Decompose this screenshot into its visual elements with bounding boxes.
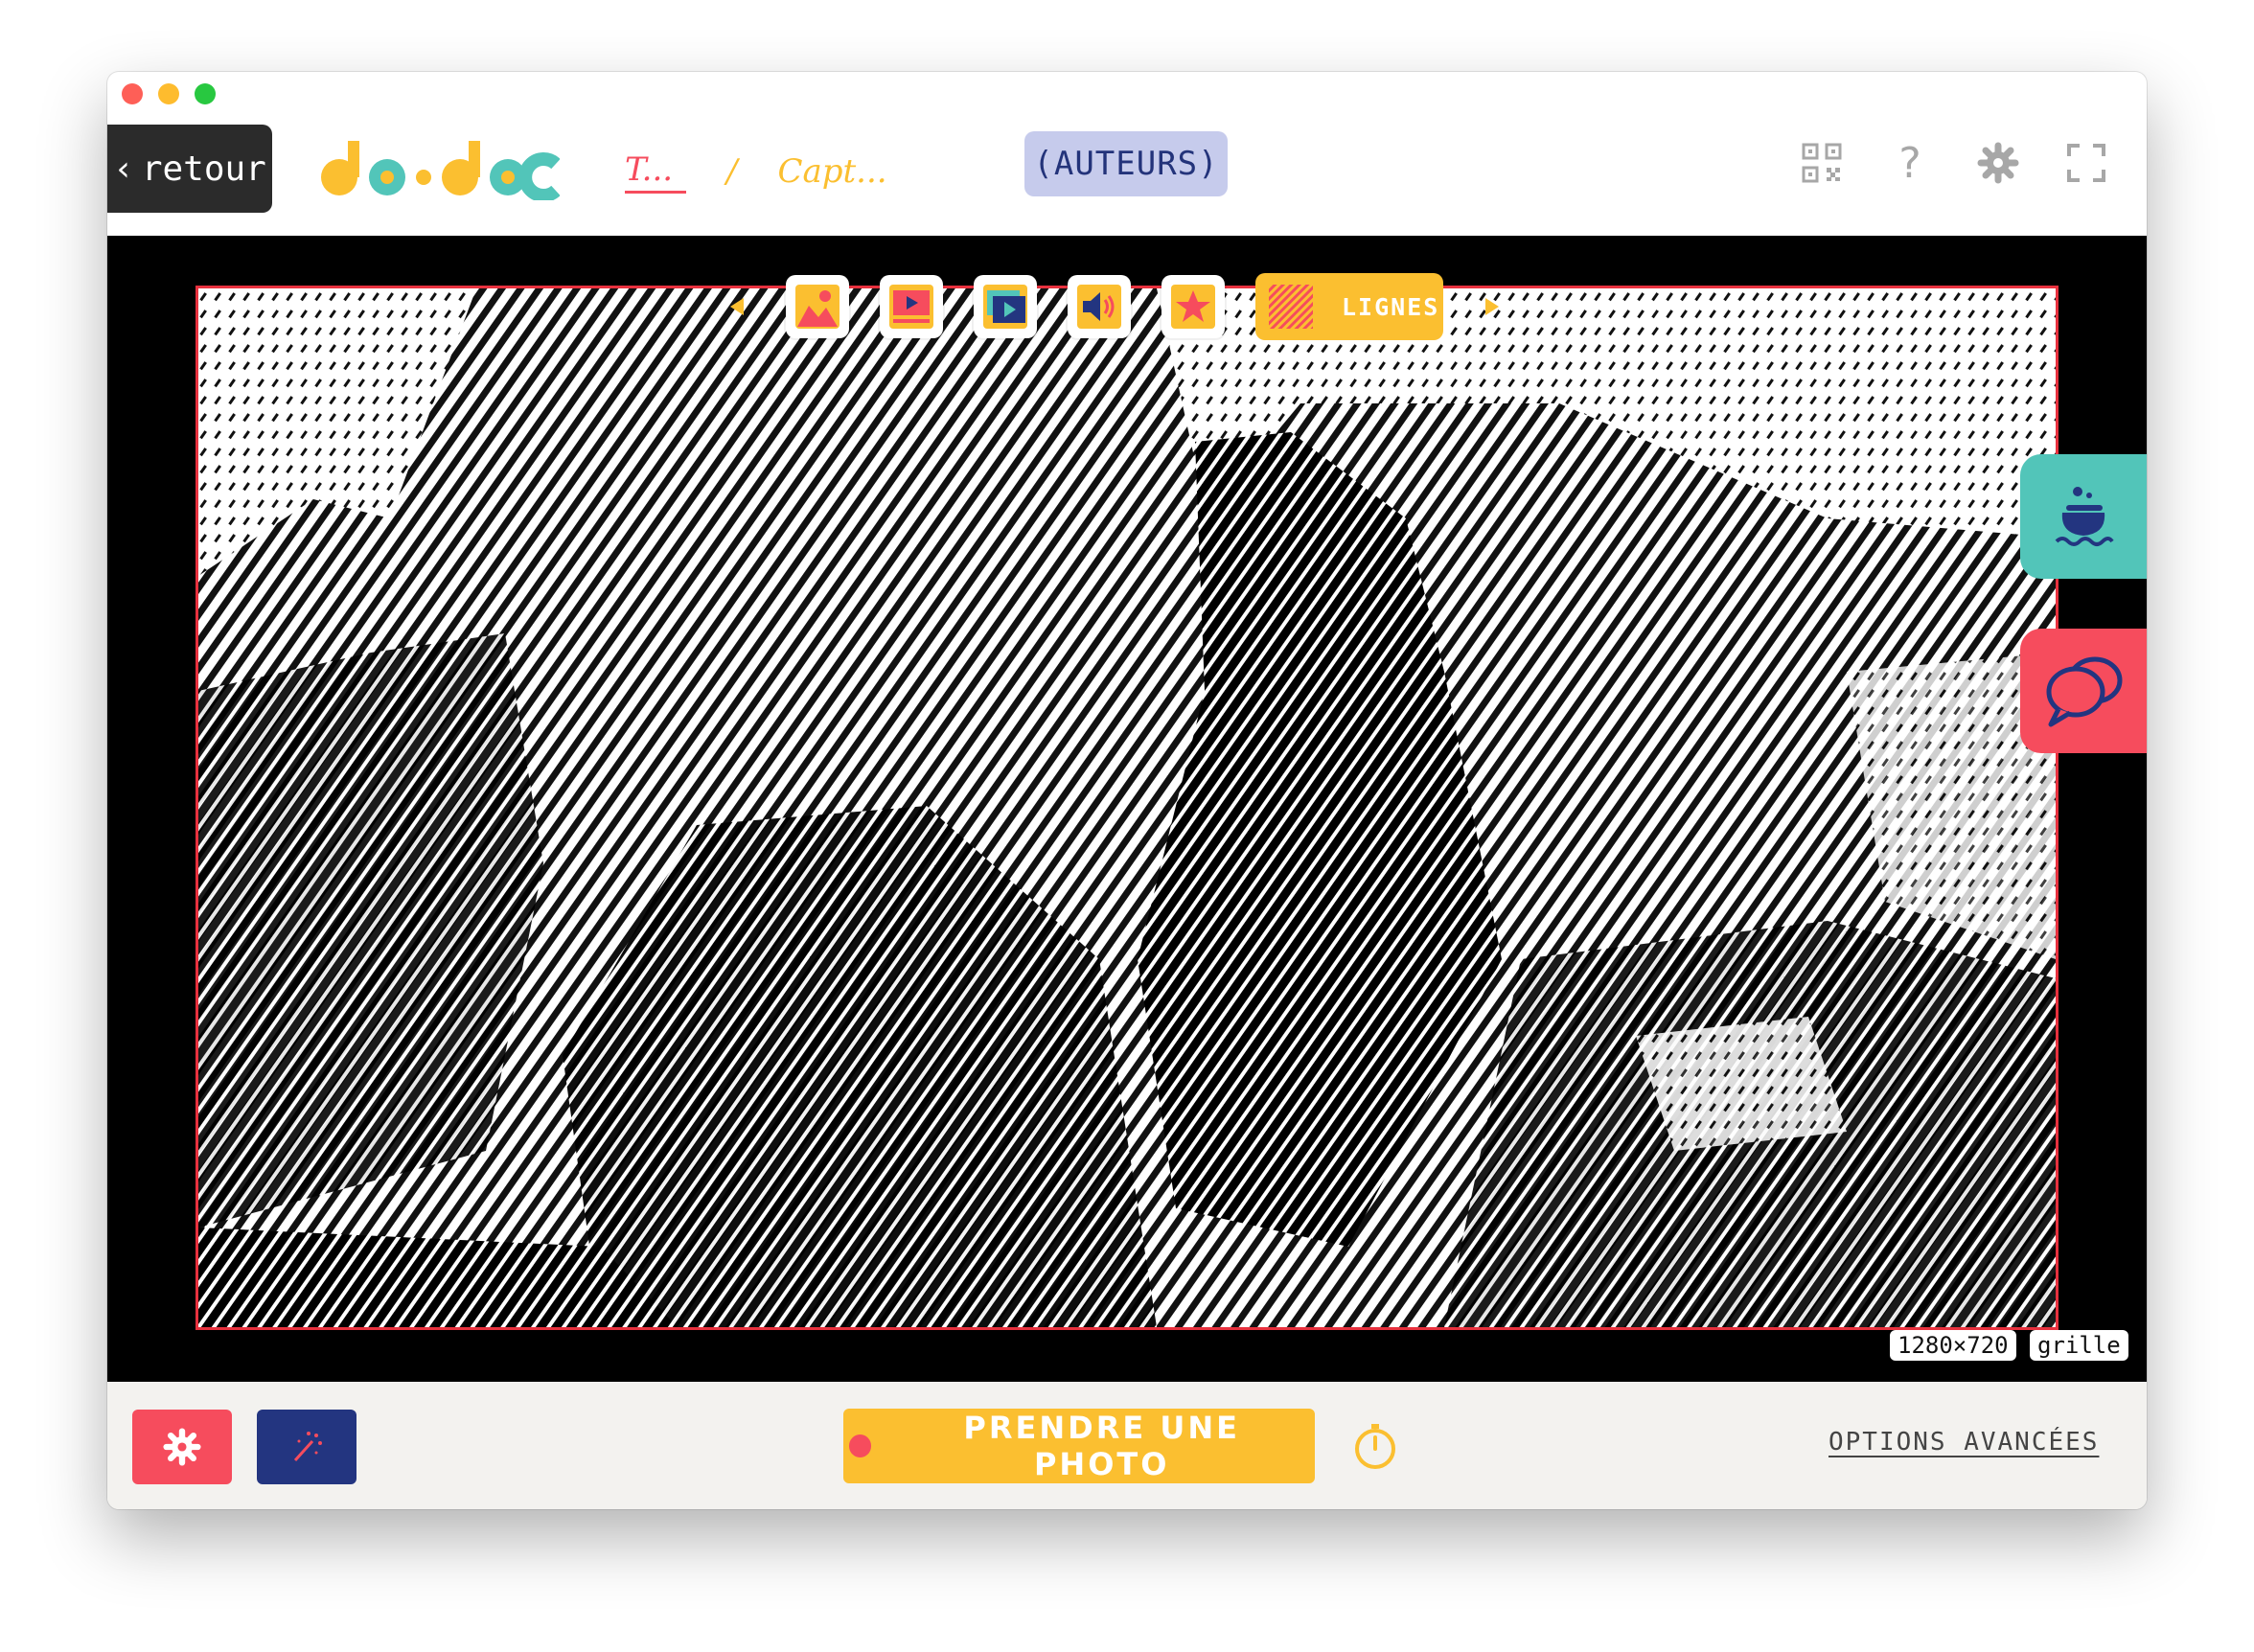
dodoc-logo	[321, 141, 560, 200]
stopwatch-icon	[1355, 1424, 1395, 1469]
capture-mode-bar: LIGNES	[730, 272, 1499, 341]
help-icon[interactable]: ?	[1888, 139, 1932, 188]
breadcrumb-project[interactable]: T...	[625, 150, 686, 194]
top-bar: ‹ retour T... / Capt... (AUTEURS) ?	[107, 116, 2147, 236]
gear-icon	[163, 1428, 201, 1466]
lines-effect-icon	[1269, 285, 1313, 329]
record-dot-icon	[849, 1434, 872, 1457]
close-window-button[interactable]	[122, 83, 143, 104]
authors-button[interactable]: (AUTEURS)	[1024, 131, 1228, 196]
active-effect-label: LIGNES	[1342, 292, 1440, 321]
video-mode-icon[interactable]	[880, 275, 943, 338]
app-window: ‹ retour T... / Capt... (AUTEURS) ? LIGN…	[107, 72, 2147, 1509]
timer-button[interactable]	[1349, 1420, 1401, 1472]
cauldron-icon	[2055, 487, 2114, 546]
qr-code-icon[interactable]	[1800, 141, 1844, 185]
stopmotion-mode-icon[interactable]	[974, 275, 1037, 338]
breadcrumb: T... / Capt...	[625, 143, 887, 200]
back-button[interactable]: ‹ retour	[107, 125, 272, 213]
photo-mode-icon[interactable]	[786, 275, 849, 338]
line-effect-image	[198, 288, 2056, 1327]
camera-stage: LIGNES 1280×720 grille	[107, 236, 2147, 1382]
resolution-badge: 1280×720	[1890, 1330, 2016, 1361]
active-effect-button[interactable]: LIGNES	[1255, 273, 1443, 340]
advanced-options-link[interactable]: OPTIONS AVANCÉES	[1828, 1428, 2099, 1457]
top-icon-group: ?	[1800, 139, 2108, 188]
chat-tab[interactable]	[2020, 629, 2147, 753]
fullscreen-icon[interactable]	[2064, 141, 2108, 185]
back-label: retour	[141, 149, 266, 189]
mode-next-arrow[interactable]	[1485, 298, 1499, 315]
breadcrumb-separator: /	[726, 152, 738, 191]
magic-wand-icon	[293, 1432, 322, 1462]
minimize-window-button[interactable]	[158, 83, 179, 104]
gear-icon[interactable]	[1976, 141, 2020, 185]
effects-mode-icon[interactable]	[1162, 275, 1225, 338]
camera-preview	[196, 286, 2058, 1330]
audio-mode-icon[interactable]	[1068, 275, 1131, 338]
bottom-bar: PRENDRE UNE PHOTO OPTIONS AVANCÉES	[107, 1382, 2147, 1509]
effects-button[interactable]	[257, 1410, 356, 1484]
grid-toggle[interactable]: grille	[2030, 1330, 2128, 1361]
take-photo-label: PRENDRE UNE PHOTO	[963, 1410, 1240, 1482]
zoom-window-button[interactable]	[195, 83, 216, 104]
breadcrumb-capture: Capt...	[777, 152, 887, 191]
cauldron-tab[interactable]	[2020, 454, 2147, 579]
chevron-left-icon: ‹	[113, 149, 134, 189]
take-photo-button[interactable]: PRENDRE UNE PHOTO	[843, 1409, 1315, 1483]
settings-button[interactable]	[132, 1410, 232, 1484]
chat-bubbles-icon	[2046, 656, 2123, 727]
window-controls	[122, 83, 216, 104]
mode-prev-arrow[interactable]	[730, 298, 744, 315]
